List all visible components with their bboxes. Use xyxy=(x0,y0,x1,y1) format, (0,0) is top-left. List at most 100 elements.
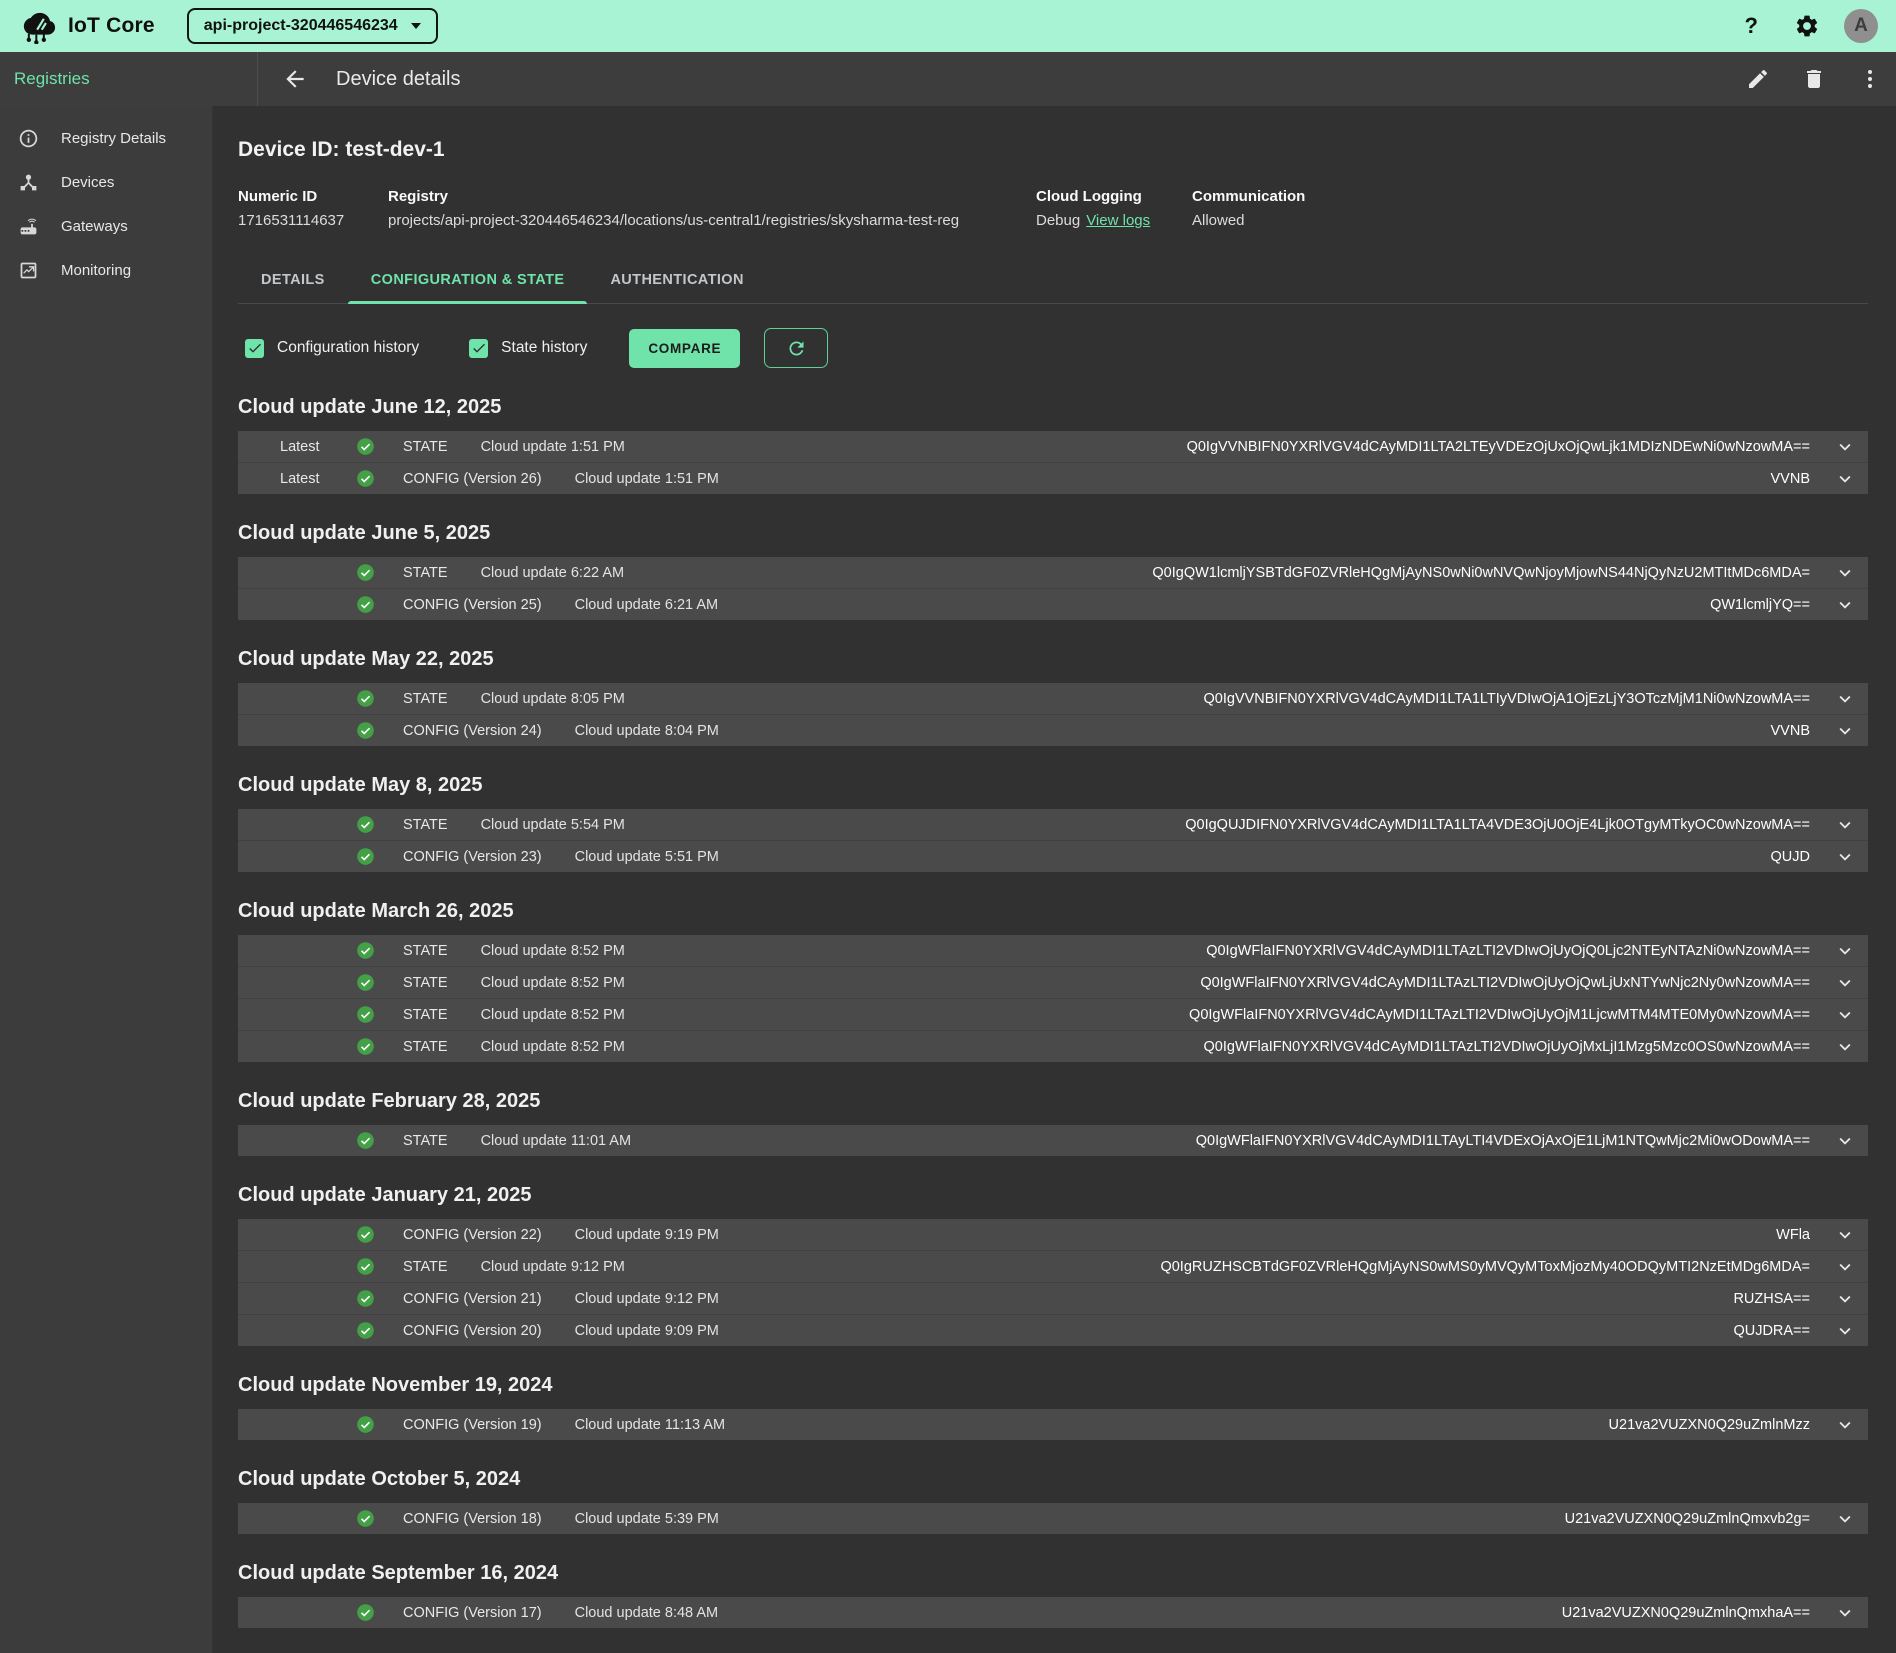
more-actions-button[interactable] xyxy=(1858,67,1882,91)
row-value: U21va2VUZXN0Q29uZmlnMzz xyxy=(1609,1417,1810,1433)
cloud-logging-label: Cloud Logging xyxy=(1036,188,1192,205)
row-group: STATE Cloud update 6:22 AM Q0IgQW1lcmljY… xyxy=(238,557,1868,620)
chevron-down-icon[interactable] xyxy=(1834,940,1856,962)
cloud-update-section: Cloud update October 5, 2024 CONFIG (Ver… xyxy=(238,1468,1868,1534)
page-header-bar: Registries Device details xyxy=(0,52,1896,106)
compare-button[interactable]: COMPARE xyxy=(629,329,740,368)
sidebar-item-gateways[interactable]: Gateways xyxy=(0,204,212,248)
sidebar-item-devices[interactable]: Devices xyxy=(0,160,212,204)
config-state-row[interactable]: CONFIG (Version 22) Cloud update 9:19 PM… xyxy=(238,1219,1868,1250)
row-type: STATE xyxy=(403,975,448,991)
row-group: CONFIG (Version 19) Cloud update 11:13 A… xyxy=(238,1409,1868,1440)
config-state-row[interactable]: Latest STATE Cloud update 1:51 PM Q0IgVV… xyxy=(238,431,1868,462)
chevron-down-icon[interactable] xyxy=(1834,1320,1856,1342)
config-state-row[interactable]: Latest CONFIG (Version 26) Cloud update … xyxy=(238,462,1868,494)
config-state-row[interactable]: CONFIG (Version 18) Cloud update 5:39 PM… xyxy=(238,1503,1868,1534)
config-state-row[interactable]: STATE Cloud update 11:01 AM Q0IgWFlaIFN0… xyxy=(238,1125,1868,1156)
chevron-down-icon[interactable] xyxy=(1834,1224,1856,1246)
config-state-row[interactable]: CONFIG (Version 17) Cloud update 8:48 AM… xyxy=(238,1597,1868,1628)
trash-icon xyxy=(1802,67,1826,91)
view-logs-link[interactable]: View logs xyxy=(1086,212,1150,229)
chevron-down-icon[interactable] xyxy=(1834,1602,1856,1624)
refresh-button[interactable] xyxy=(764,328,828,368)
registry-label: Registry xyxy=(388,188,1036,205)
state-history-checkbox[interactable] xyxy=(469,339,488,358)
chevron-down-icon[interactable] xyxy=(1834,814,1856,836)
row-value: QW1lcmljYQ== xyxy=(1710,597,1810,613)
row-type: STATE xyxy=(403,1133,448,1149)
help-button[interactable]: ? xyxy=(1739,12,1764,40)
row-group: CONFIG (Version 17) Cloud update 8:48 AM… xyxy=(238,1597,1868,1628)
tab-authentication[interactable]: AUTHENTICATION xyxy=(587,257,766,303)
check-circle-icon xyxy=(356,1603,375,1622)
chevron-down-icon[interactable] xyxy=(1834,436,1856,458)
row-time: Cloud update 1:51 PM xyxy=(481,439,625,455)
cloud-logging-level: Debug xyxy=(1036,212,1080,229)
config-state-row[interactable]: STATE Cloud update 8:52 PM Q0IgWFlaIFN0Y… xyxy=(238,935,1868,966)
cloud-logging-value: Debug View logs xyxy=(1036,212,1192,229)
chevron-down-icon[interactable] xyxy=(1834,972,1856,994)
check-circle-icon xyxy=(356,973,375,992)
row-value: Q0IgWFlaIFN0YXRlVGV4dCAyMDI1LTAzLTI2VDIw… xyxy=(1200,975,1810,991)
config-state-row[interactable]: STATE Cloud update 8:05 PM Q0IgVVNBIFN0Y… xyxy=(238,683,1868,714)
row-group: STATE Cloud update 8:05 PM Q0IgVVNBIFN0Y… xyxy=(238,683,1868,746)
chevron-down-icon[interactable] xyxy=(1834,1256,1856,1278)
configuration-history-checkbox[interactable] xyxy=(245,339,264,358)
chevron-down-icon[interactable] xyxy=(1834,594,1856,616)
row-type: STATE xyxy=(403,1039,448,1055)
sidebar-item-label: Registry Details xyxy=(61,130,166,147)
chevron-down-icon[interactable] xyxy=(1834,1036,1856,1058)
config-state-row[interactable]: STATE Cloud update 9:12 PM Q0IgRUZHSCBTd… xyxy=(238,1250,1868,1282)
history-controls: Configuration history State history COMP… xyxy=(245,328,1868,368)
chevron-down-icon[interactable] xyxy=(1834,1004,1856,1026)
row-type: CONFIG (Version 21) xyxy=(403,1291,542,1307)
chevron-down-icon[interactable] xyxy=(1834,468,1856,490)
row-value: Q0IgWFlaIFN0YXRlVGV4dCAyMDI1LTAzLTI2VDIw… xyxy=(1204,1039,1810,1055)
edit-device-button[interactable] xyxy=(1746,67,1770,91)
chevron-down-icon[interactable] xyxy=(1834,720,1856,742)
tab-configuration-state[interactable]: CONFIGURATION & STATE xyxy=(348,257,588,303)
config-state-row[interactable]: STATE Cloud update 5:54 PM Q0IgQUJDIFN0Y… xyxy=(238,809,1868,840)
row-type: STATE xyxy=(403,817,448,833)
check-circle-icon xyxy=(356,563,375,582)
chevron-down-icon[interactable] xyxy=(1834,1130,1856,1152)
config-state-row[interactable]: STATE Cloud update 8:52 PM Q0IgWFlaIFN0Y… xyxy=(238,966,1868,998)
chevron-down-icon[interactable] xyxy=(1834,846,1856,868)
config-state-row[interactable]: CONFIG (Version 25) Cloud update 6:21 AM… xyxy=(238,588,1868,620)
sidebar-item-monitoring[interactable]: Monitoring xyxy=(0,248,212,292)
back-button[interactable] xyxy=(282,66,308,92)
check-circle-icon xyxy=(356,1415,375,1434)
check-circle-icon xyxy=(356,815,375,834)
config-state-row[interactable]: CONFIG (Version 23) Cloud update 5:51 PM… xyxy=(238,840,1868,872)
config-state-row[interactable]: STATE Cloud update 8:52 PM Q0IgWFlaIFN0Y… xyxy=(238,1030,1868,1062)
config-state-row[interactable]: STATE Cloud update 6:22 AM Q0IgQW1lcmljY… xyxy=(238,557,1868,588)
row-time: Cloud update 11:01 AM xyxy=(481,1133,631,1149)
breadcrumb-area: Registries xyxy=(0,52,258,106)
cloud-update-section: Cloud update May 8, 2025 STATE Cloud upd… xyxy=(238,774,1868,872)
delete-device-button[interactable] xyxy=(1802,67,1826,91)
chevron-down-icon[interactable] xyxy=(1834,562,1856,584)
chevron-down-icon[interactable] xyxy=(1834,688,1856,710)
chevron-down-icon[interactable] xyxy=(1834,1414,1856,1436)
tab-details[interactable]: DETAILS xyxy=(238,257,348,303)
account-avatar[interactable]: A xyxy=(1844,9,1878,43)
row-type: CONFIG (Version 23) xyxy=(403,849,542,865)
chevron-down-icon[interactable] xyxy=(1834,1508,1856,1530)
sidebar-item-registry-details[interactable]: Registry Details xyxy=(0,116,212,160)
chevron-down-icon[interactable] xyxy=(1834,1288,1856,1310)
config-state-row[interactable]: CONFIG (Version 20) Cloud update 9:09 PM… xyxy=(238,1314,1868,1346)
config-state-row[interactable]: STATE Cloud update 8:52 PM Q0IgWFlaIFN0Y… xyxy=(238,998,1868,1030)
row-group: Latest STATE Cloud update 1:51 PM Q0IgVV… xyxy=(238,431,1868,494)
config-state-row[interactable]: CONFIG (Version 21) Cloud update 9:12 PM… xyxy=(238,1282,1868,1314)
section-heading: Cloud update November 19, 2024 xyxy=(238,1374,1868,1397)
config-state-row[interactable]: CONFIG (Version 24) Cloud update 8:04 PM… xyxy=(238,714,1868,746)
state-history-label[interactable]: State history xyxy=(501,339,587,357)
row-value: U21va2VUZXN0Q29uZmlnQmxhaA== xyxy=(1562,1605,1810,1621)
breadcrumb-registries[interactable]: Registries xyxy=(14,69,90,89)
row-time: Cloud update 1:51 PM xyxy=(575,471,719,487)
config-state-row[interactable]: CONFIG (Version 19) Cloud update 11:13 A… xyxy=(238,1409,1868,1440)
check-circle-icon xyxy=(356,469,375,488)
configuration-history-label[interactable]: Configuration history xyxy=(277,339,419,357)
settings-button[interactable] xyxy=(1794,13,1820,39)
project-selector[interactable]: api-project-320446546234 xyxy=(187,8,438,44)
